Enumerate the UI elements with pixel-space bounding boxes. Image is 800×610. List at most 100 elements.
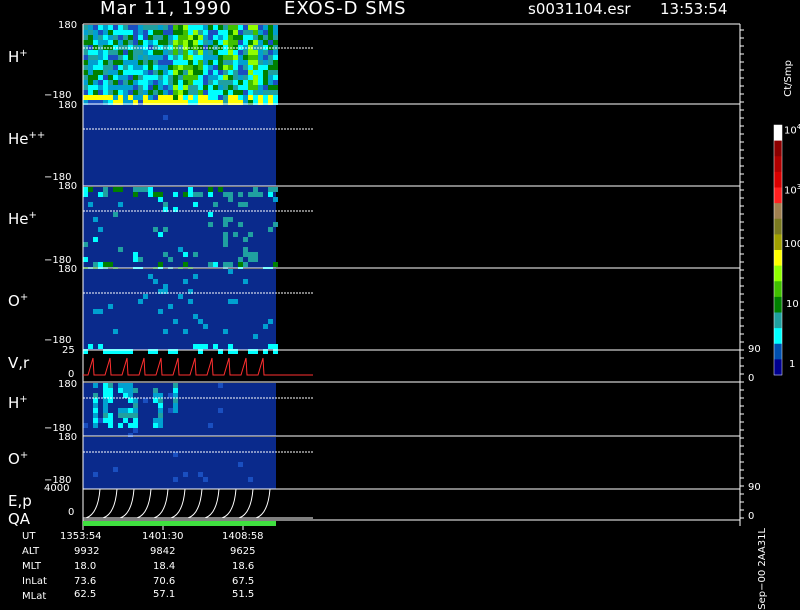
cell-hplus [153,75,158,80]
cell-heplus [208,192,213,197]
cell-hplus [143,75,148,80]
cell-heplus [268,187,273,192]
eph-mlt-3: 18.6 [232,561,255,572]
cell-hplus [238,35,243,40]
cell-hplus [198,95,203,100]
cell-heplus [218,187,223,192]
cell-heplus [208,262,213,267]
cell-hplus [248,95,253,100]
cell-hplus [273,50,278,55]
cell-hplus [153,70,158,75]
cell-hplus [253,55,258,60]
panel-label-hplus: H+ [8,48,28,66]
cell-hplus [183,65,188,70]
cell-hplus [158,40,163,45]
cell-hplus [228,70,233,75]
cell-heplus [223,237,228,242]
cell-hplus [268,65,273,70]
cell-hplus [218,90,223,95]
cell-heplus [88,187,93,192]
cell-oplus [213,344,218,349]
cell-hplus [258,95,263,100]
cell-hplus [103,40,108,45]
cell-oplus [158,309,163,314]
cell-hplus [103,55,108,60]
cell-hplus [143,70,148,75]
cell-hplus [228,25,233,30]
cell-heplus [163,227,168,232]
cell-hplus [203,70,208,75]
cell-hplus [238,65,243,70]
cell-hplus2 [103,388,108,393]
cell-heplus [243,252,248,257]
cell-heplus [213,202,218,207]
cell-hplus [263,60,268,65]
cell-hplus [158,75,163,80]
cell-hplus [148,70,153,75]
cell-hplus [263,30,268,35]
cell-hplus [218,55,223,60]
cell-hplus [123,40,128,45]
cell-hplus [273,65,278,70]
cell-hplus [128,80,133,85]
cell-hplus [273,55,278,60]
cell-hplus [208,85,213,90]
cell-oplus [228,299,233,304]
cell-hplus [168,40,173,45]
cell-hplus [128,75,133,80]
cell-heplus [208,212,213,217]
cell-heplus [268,227,273,232]
cell-hplus [233,80,238,85]
cell-hplus [198,65,203,70]
cell-heplus [98,192,103,197]
cell-heplus [208,222,213,227]
cell-heplus [133,192,138,197]
cell-hplus2 [133,398,138,403]
cell-hplus [123,25,128,30]
cell-hplus2 [133,423,138,428]
cell-hplus [243,85,248,90]
cell-hplus [173,75,178,80]
panel-label-ep: E,p [8,492,32,510]
colorbar-label-1000: 103 [784,183,800,197]
panel-label-oplus2: O+ [8,450,29,468]
cell-oplus [93,309,98,314]
cell-hplus [213,55,218,60]
cell-hplus [88,35,93,40]
cell-hplus [273,70,278,75]
cell-hplus [98,85,103,90]
cell-hplus [118,55,123,60]
cell-hplus2 [173,388,178,393]
cell-hplus [133,95,138,100]
cell-hplus [138,65,143,70]
cell-hplus [253,90,258,95]
cell-hplus [108,30,113,35]
cell-hplus2 [218,408,223,413]
cell-hplus2 [93,423,98,428]
cell-hplus [163,70,168,75]
cell-oplus [198,344,203,349]
cell-hplus [158,80,163,85]
cell-hplus [268,60,273,65]
cell-hplus [208,70,213,75]
cell-hplus [258,25,263,30]
cell-hplus [198,60,203,65]
cell-hplus2 [133,388,138,393]
cell-hplus [183,70,188,75]
cell-hplus [263,65,268,70]
cell-hplus [218,70,223,75]
cell-oplus2 [183,472,188,477]
cell-hplus [168,75,173,80]
cell-hplus [238,60,243,65]
cell-hplus [98,70,103,75]
cell-hplus [188,80,193,85]
cell-hplus [143,30,148,35]
cell-hplus [208,95,213,100]
cell-hplus [223,65,228,70]
cell-hplus [143,40,148,45]
cell-hplus2 [133,408,138,413]
cell-hplus [138,55,143,60]
cell-hplus [258,60,263,65]
cell-hplus [158,95,163,100]
tick-oplus-top: 180 [58,264,78,275]
